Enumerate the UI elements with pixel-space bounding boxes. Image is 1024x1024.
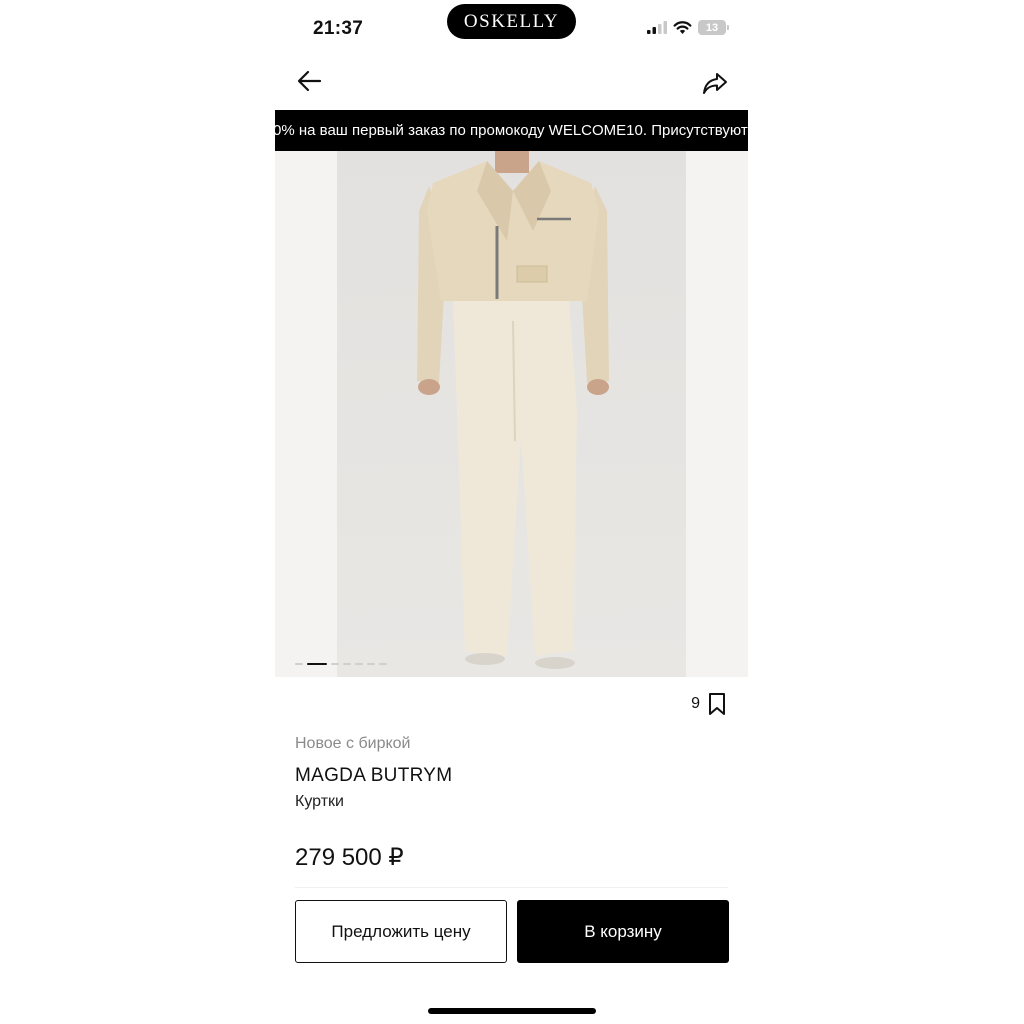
home-indicator[interactable] bbox=[428, 1008, 596, 1014]
share-icon bbox=[703, 73, 727, 94]
offer-price-button[interactable]: Предложить цену bbox=[295, 900, 507, 963]
favorite-button[interactable]: 9 bbox=[691, 692, 726, 716]
product-photo bbox=[337, 151, 686, 677]
wifi-icon bbox=[673, 20, 692, 34]
gallery-dot[interactable] bbox=[379, 663, 387, 665]
gallery-dot[interactable] bbox=[355, 663, 363, 665]
offer-price-label: Предложить цену bbox=[331, 921, 471, 941]
product-condition: Новое с биркой bbox=[295, 735, 411, 752]
status-icons: 13 bbox=[647, 20, 729, 35]
favorites-count: 9 bbox=[691, 695, 700, 712]
app-logo: OSKELLY bbox=[447, 4, 576, 39]
product-price: 279 500 ₽ bbox=[295, 844, 404, 871]
signal-icon bbox=[647, 21, 667, 34]
add-to-cart-label: В корзину bbox=[584, 921, 662, 941]
product-category[interactable]: Куртки bbox=[295, 793, 344, 811]
gallery-dot[interactable] bbox=[331, 663, 339, 665]
promo-banner[interactable]: 0% на ваш первый заказ по промокоду WELC… bbox=[275, 110, 748, 151]
divider bbox=[295, 887, 728, 888]
model-illustration bbox=[417, 151, 609, 669]
gallery-pagination bbox=[295, 663, 387, 665]
promo-text: 0% на ваш первый заказ по промокоду WELC… bbox=[275, 122, 748, 139]
back-button[interactable] bbox=[295, 66, 325, 96]
arrow-left-icon bbox=[297, 70, 322, 92]
gallery-dot[interactable] bbox=[307, 663, 327, 665]
status-time: 21:37 bbox=[313, 18, 364, 39]
gallery-dot[interactable] bbox=[343, 663, 351, 665]
gallery-dot[interactable] bbox=[367, 663, 375, 665]
product-gallery[interactable] bbox=[275, 151, 748, 677]
battery-icon: 13 bbox=[698, 20, 729, 35]
share-button[interactable] bbox=[700, 68, 730, 98]
product-brand[interactable]: MAGDA BUTRYM bbox=[295, 765, 452, 787]
gallery-dot[interactable] bbox=[295, 663, 303, 665]
bookmark-icon bbox=[709, 693, 725, 715]
product-screen: 21:37 OSKELLY 13 0% на ваш первый заказ … bbox=[275, 0, 748, 1024]
add-to-cart-button[interactable]: В корзину bbox=[517, 900, 729, 963]
battery-level: 13 bbox=[705, 21, 719, 34]
